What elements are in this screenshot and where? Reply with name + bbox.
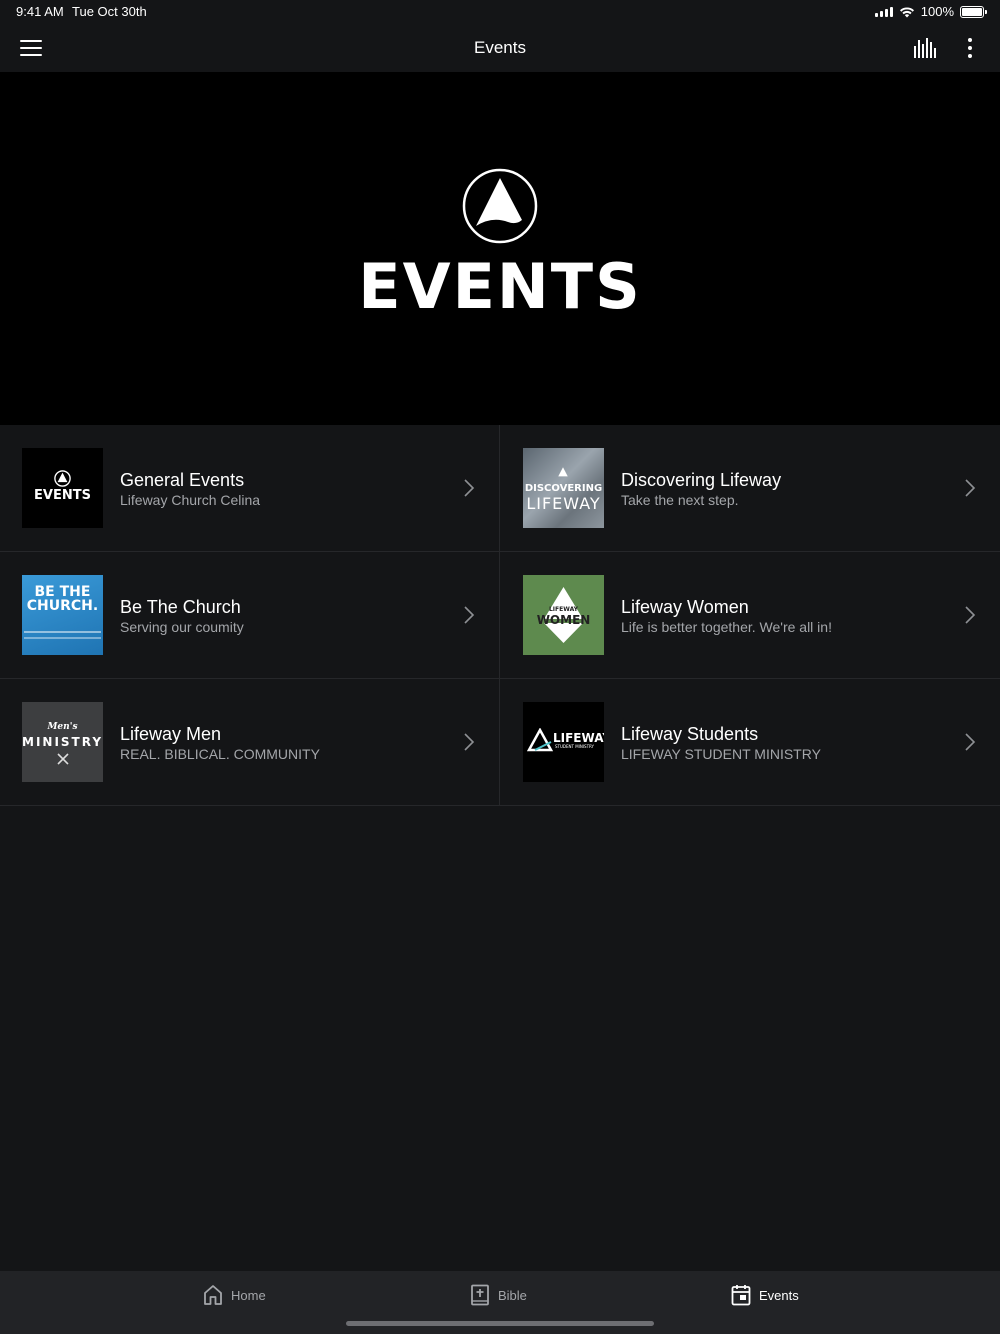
home-icon bbox=[204, 1285, 222, 1305]
item-subtitle: Serving our coumity bbox=[120, 619, 244, 635]
tab-label: Home bbox=[231, 1287, 266, 1303]
list-item-discovering-lifeway[interactable]: DISCOVERING LIFEWAY Discovering Lifeway … bbox=[500, 425, 1000, 552]
chevron-right-icon bbox=[464, 733, 475, 751]
lifeway-logo-icon bbox=[558, 467, 568, 477]
audio-bars-icon[interactable] bbox=[914, 38, 938, 58]
tab-events[interactable]: Events bbox=[731, 1284, 799, 1306]
wifi-icon bbox=[899, 6, 914, 17]
thumbnail-text-line-1: LIFEWAY bbox=[553, 731, 604, 745]
page-title: Events bbox=[474, 38, 526, 57]
chevron-right-icon bbox=[464, 479, 475, 497]
tab-bible[interactable]: Bible bbox=[470, 1284, 527, 1306]
list-item-general-events[interactable]: EVENTS General Events Lifeway Church Cel… bbox=[0, 425, 500, 552]
battery-percentage: 100% bbox=[920, 4, 954, 19]
list-item-lifeway-women[interactable]: LIFEWAY WOMEN Lifeway Women Life is bett… bbox=[500, 552, 1000, 679]
thumbnail-text-line-1: Men's bbox=[47, 722, 78, 732]
list-item-be-the-church[interactable]: BE THE CHURCH. Be The Church Serving our… bbox=[0, 552, 500, 679]
item-title: General Events bbox=[120, 470, 245, 490]
chevron-right-icon bbox=[965, 479, 976, 497]
hero-banner: EVENTS bbox=[0, 72, 1000, 425]
tab-home[interactable]: Home bbox=[203, 1284, 266, 1306]
tab-label: Bible bbox=[498, 1287, 527, 1303]
list-item-lifeway-students[interactable]: LIFEWAY STUDENT MINISTRY Lifeway Student… bbox=[500, 679, 1000, 806]
item-title: Lifeway Students bbox=[621, 724, 759, 744]
thumbnail-text-line-2: MINISTRY bbox=[22, 735, 103, 749]
item-title: Lifeway Women bbox=[621, 597, 749, 617]
navigation-bar: Events bbox=[0, 24, 1000, 72]
item-title: Discovering Lifeway bbox=[621, 470, 782, 490]
bible-icon bbox=[471, 1284, 489, 1306]
thumbnail-text-line-1: LIFEWAY bbox=[548, 606, 578, 613]
list-item-lifeway-men[interactable]: Men's MINISTRY Lifeway Men REAL. BIBLICA… bbox=[0, 679, 500, 806]
thumbnail-text-line-2: WOMEN bbox=[536, 613, 591, 627]
item-title: Lifeway Men bbox=[120, 724, 222, 744]
status-bar: 9:41 AM Tue Oct 30th 100% bbox=[0, 0, 1000, 24]
discovering-lifeway-thumbnail: DISCOVERING LIFEWAY bbox=[523, 448, 604, 528]
tab-label: Events bbox=[759, 1287, 799, 1303]
more-options-icon[interactable] bbox=[966, 38, 974, 60]
lifeway-students-thumbnail: LIFEWAY STUDENT MINISTRY bbox=[523, 702, 604, 782]
event-categories-grid: EVENTS General Events Lifeway Church Cel… bbox=[0, 425, 1000, 806]
hero-title: EVENTS bbox=[358, 250, 642, 323]
calendar-icon bbox=[731, 1285, 751, 1306]
item-subtitle: Take the next step. bbox=[621, 492, 739, 508]
item-subtitle: Lifeway Church Celina bbox=[120, 492, 261, 508]
crossed-swords-icon bbox=[57, 753, 69, 765]
chevron-right-icon bbox=[965, 733, 976, 751]
lifeway-women-thumbnail: LIFEWAY WOMEN bbox=[523, 575, 604, 655]
general-events-thumbnail: EVENTS bbox=[22, 448, 103, 528]
item-subtitle: REAL. BIBLICAL. COMMUNITY bbox=[120, 746, 320, 762]
thumbnail-text-line-1: DISCOVERING bbox=[524, 483, 603, 494]
status-date: Tue Oct 30th bbox=[72, 4, 147, 19]
thumbnail-text: EVENTS bbox=[34, 488, 91, 503]
battery-icon bbox=[960, 5, 987, 18]
item-subtitle: Life is better together. We're all in! bbox=[621, 619, 832, 635]
lifeway-men-thumbnail: Men's MINISTRY bbox=[22, 702, 103, 782]
chevron-right-icon bbox=[464, 606, 475, 624]
chevron-right-icon bbox=[965, 606, 976, 624]
status-time: 9:41 AM bbox=[16, 4, 64, 19]
cellular-signal-icon bbox=[874, 6, 893, 17]
be-the-church-thumbnail: BE THE CHURCH. bbox=[22, 575, 103, 655]
status-indicators: 100% bbox=[874, 4, 987, 19]
lifeway-logo-icon bbox=[54, 470, 71, 487]
item-subtitle: LIFEWAY STUDENT MINISTRY bbox=[621, 746, 821, 762]
thumbnail-text-line-2: LIFEWAY bbox=[526, 494, 601, 513]
home-indicator[interactable] bbox=[346, 1321, 654, 1326]
lifeway-logo-icon bbox=[462, 168, 538, 244]
thumbnail-text: BE THE CHURCH. bbox=[26, 584, 99, 614]
item-title: Be The Church bbox=[120, 597, 241, 617]
triangle-logo-icon bbox=[527, 728, 553, 752]
thumbnail-text-line-2: STUDENT MINISTRY bbox=[555, 744, 594, 749]
